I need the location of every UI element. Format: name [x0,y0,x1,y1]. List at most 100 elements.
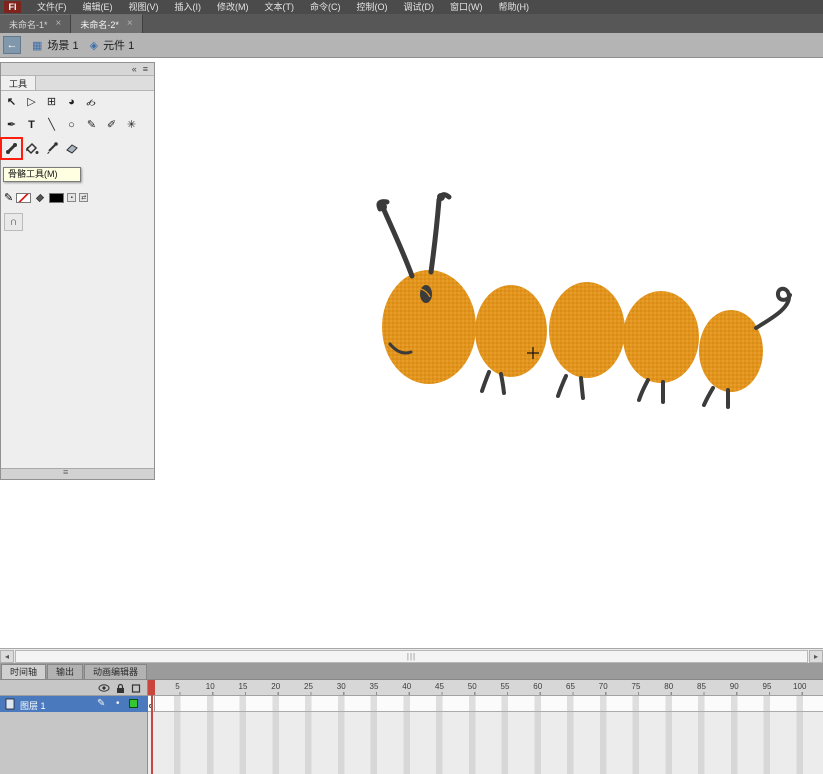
eraser-tool-button[interactable] [62,139,81,158]
scene-breadcrumb[interactable]: 场景 1 [47,37,78,53]
menu-item[interactable]: 视图(V) [121,0,167,14]
playhead-line [151,695,153,774]
ruler-frame-number: 30 [336,682,346,691]
menu-item[interactable]: 命令(C) [302,0,349,14]
stroke-color-swatch[interactable] [16,192,32,203]
ruler-frame-number: 25 [304,682,313,691]
subselection-icon: ▷ [27,96,36,108]
menu-item[interactable]: 插入(I) [167,0,210,14]
lasso-icon: ℘ [85,95,99,110]
pen-tool-button[interactable]: ✒ [2,116,21,135]
bone-tool-tooltip: 骨骼工具(M) [3,167,81,182]
text-tool-button[interactable]: T [22,116,41,135]
body-segment-2 [475,285,547,377]
deco-tool-button[interactable]: ✳ [122,116,141,135]
ruler-frame-number: 20 [271,682,281,691]
scene-icon: ▦ [32,39,43,52]
deco-spray-icon: ✳ [126,119,137,131]
timeline-tab[interactable]: 动画编辑器 [84,664,148,679]
document-tab[interactable]: 未命名-2* × [71,14,143,33]
playhead[interactable] [148,680,155,695]
menu-items: 文件(F) 编辑(E) 视图(V) 插入(I) 修改(M) 文本(T) 命令(C) 控制(O)… [29,0,537,14]
bone-tool-button[interactable] [0,137,23,160]
snap-to-objects-button[interactable]: ∩ [4,213,23,231]
fill-bucket-icon [36,193,45,202]
tool-row-3 [0,137,154,160]
menu-item[interactable]: 窗口(W) [442,0,491,14]
ruler-frame-number: 90 [729,682,739,691]
document-tab-bar: 未命名-1* × 未命名-2* × [0,14,823,33]
tool-row-2: ✒ T ╲ ○ ✎ ✐ ✳ [1,114,154,137]
timeline-frames-area[interactable]: 5 10 15 20 25 30 35 40 45 50 55 60 65 70 75 80 85 90 95 100 [148,680,823,774]
timeline-tab[interactable]: 时间轴 [1,664,47,679]
show-hide-eye-icon[interactable] [98,683,110,693]
menu-item[interactable]: 修改(M) [209,0,257,14]
document-tab-label: 未命名-2* [80,19,119,30]
panel-menu-icon[interactable]: ≡ [143,63,148,76]
magnet-icon: ∩ [9,216,18,228]
lasso-tool-button[interactable]: ℘ [82,93,101,112]
layer-frame-strip[interactable] [148,696,823,712]
stage-canvas[interactable]: « ≡ 工具 ↖ ▷ ⊞ ◕ ℘ ✒ T ╲ ○ ✎ ✐ ✳ 骨骼工具(M) ✎… [0,58,823,648]
lock-icon[interactable] [114,683,126,694]
swap-colors-button[interactable]: ⇄ [79,193,89,202]
menu-item[interactable]: 调试(D) [396,0,443,14]
body-segment-3 [549,282,625,378]
layer-edit-pencil-icon: ✎ [97,698,106,709]
oval-icon: ○ [68,119,75,131]
default-colors-button[interactable]: ▪ [67,193,77,202]
menu-item[interactable]: 帮助(H) [491,0,538,14]
scrollbar-thumb[interactable]: ||| [15,650,808,663]
tab-close-icon[interactable]: × [56,19,62,29]
free-transform-tool-button[interactable]: ⊞ [42,93,61,112]
menu-item[interactable]: 编辑(E) [75,0,121,14]
subselection-tool-button[interactable]: ▷ [22,93,41,112]
selection-tool-button[interactable]: ↖ [2,93,21,112]
app-logo: Fl [4,1,21,13]
tab-close-icon[interactable]: × [127,19,133,29]
timeline-tabs: 时间轴 输出 动画编辑器 [0,663,823,680]
brush-tool-button[interactable]: ✐ [102,116,121,135]
ruler-frame-number: 5 [175,682,180,691]
eraser-icon [66,144,78,154]
panel-resize-grip[interactable]: ≡ [1,467,154,479]
grip-icon: ≡ [63,467,69,477]
scroll-left-button[interactable]: ◂ [0,650,14,663]
document-tab[interactable]: 未命名-1* × [0,14,72,33]
ruler-frame-number: 60 [533,682,543,691]
line-tool-button[interactable]: ╲ [42,116,61,135]
ruler-frame-number: 55 [500,682,510,691]
ruler-frame-number: 40 [402,682,412,691]
layer-status-dot[interactable]: • [116,698,120,709]
back-button[interactable]: ← [3,36,21,54]
layer-column-header [0,680,147,696]
pencil-tool-button[interactable]: ✎ [82,116,101,135]
tools-panel-title: 工具 [1,76,37,90]
tool-row-1: ↖ ▷ ⊞ ◕ ℘ [1,91,154,114]
frame-ruler[interactable]: 5 10 15 20 25 30 35 40 45 50 55 60 65 70 75 80 85 90 95 100 [148,680,823,696]
menu-item[interactable]: 文件(F) [29,0,75,14]
eyedropper-tool-button[interactable] [42,139,61,158]
horizontal-scrollbar[interactable]: ◂ ||| ▸ [0,648,823,663]
menu-item[interactable]: 文本(T) [257,0,303,14]
ruler-frame-number: 80 [664,682,674,691]
layer-row[interactable]: 图层 1 ✎ • [0,696,148,712]
scroll-right-button[interactable]: ▸ [809,650,823,663]
layer-outline-color-swatch[interactable] [129,699,138,708]
timeline-tab[interactable]: 输出 [47,664,84,679]
rotate-3d-tool-button[interactable]: ◕ [62,93,81,112]
outline-mode-icon[interactable] [130,683,142,694]
menu-item[interactable]: 控制(O) [349,0,396,14]
panel-collapse-icon[interactable]: « [132,63,137,76]
symbol-breadcrumb[interactable]: 元件 1 [103,37,134,53]
timeline-body: 图层 1 ✎ • 5 10 15 20 25 30 35 40 45 50 55 60 65 70 75 80… [0,680,823,774]
pen-icon: ✒ [6,119,17,131]
body-segment-5 [699,310,763,392]
fill-color-swatch[interactable] [49,192,65,203]
paint-bucket-icon [25,142,39,155]
body-segment-4 [623,291,699,383]
symbol-icon: ◈ [89,39,99,52]
oval-tool-button[interactable]: ○ [62,116,81,135]
paint-bucket-tool-button[interactable] [22,139,41,158]
ruler-frame-number: 65 [566,682,575,691]
